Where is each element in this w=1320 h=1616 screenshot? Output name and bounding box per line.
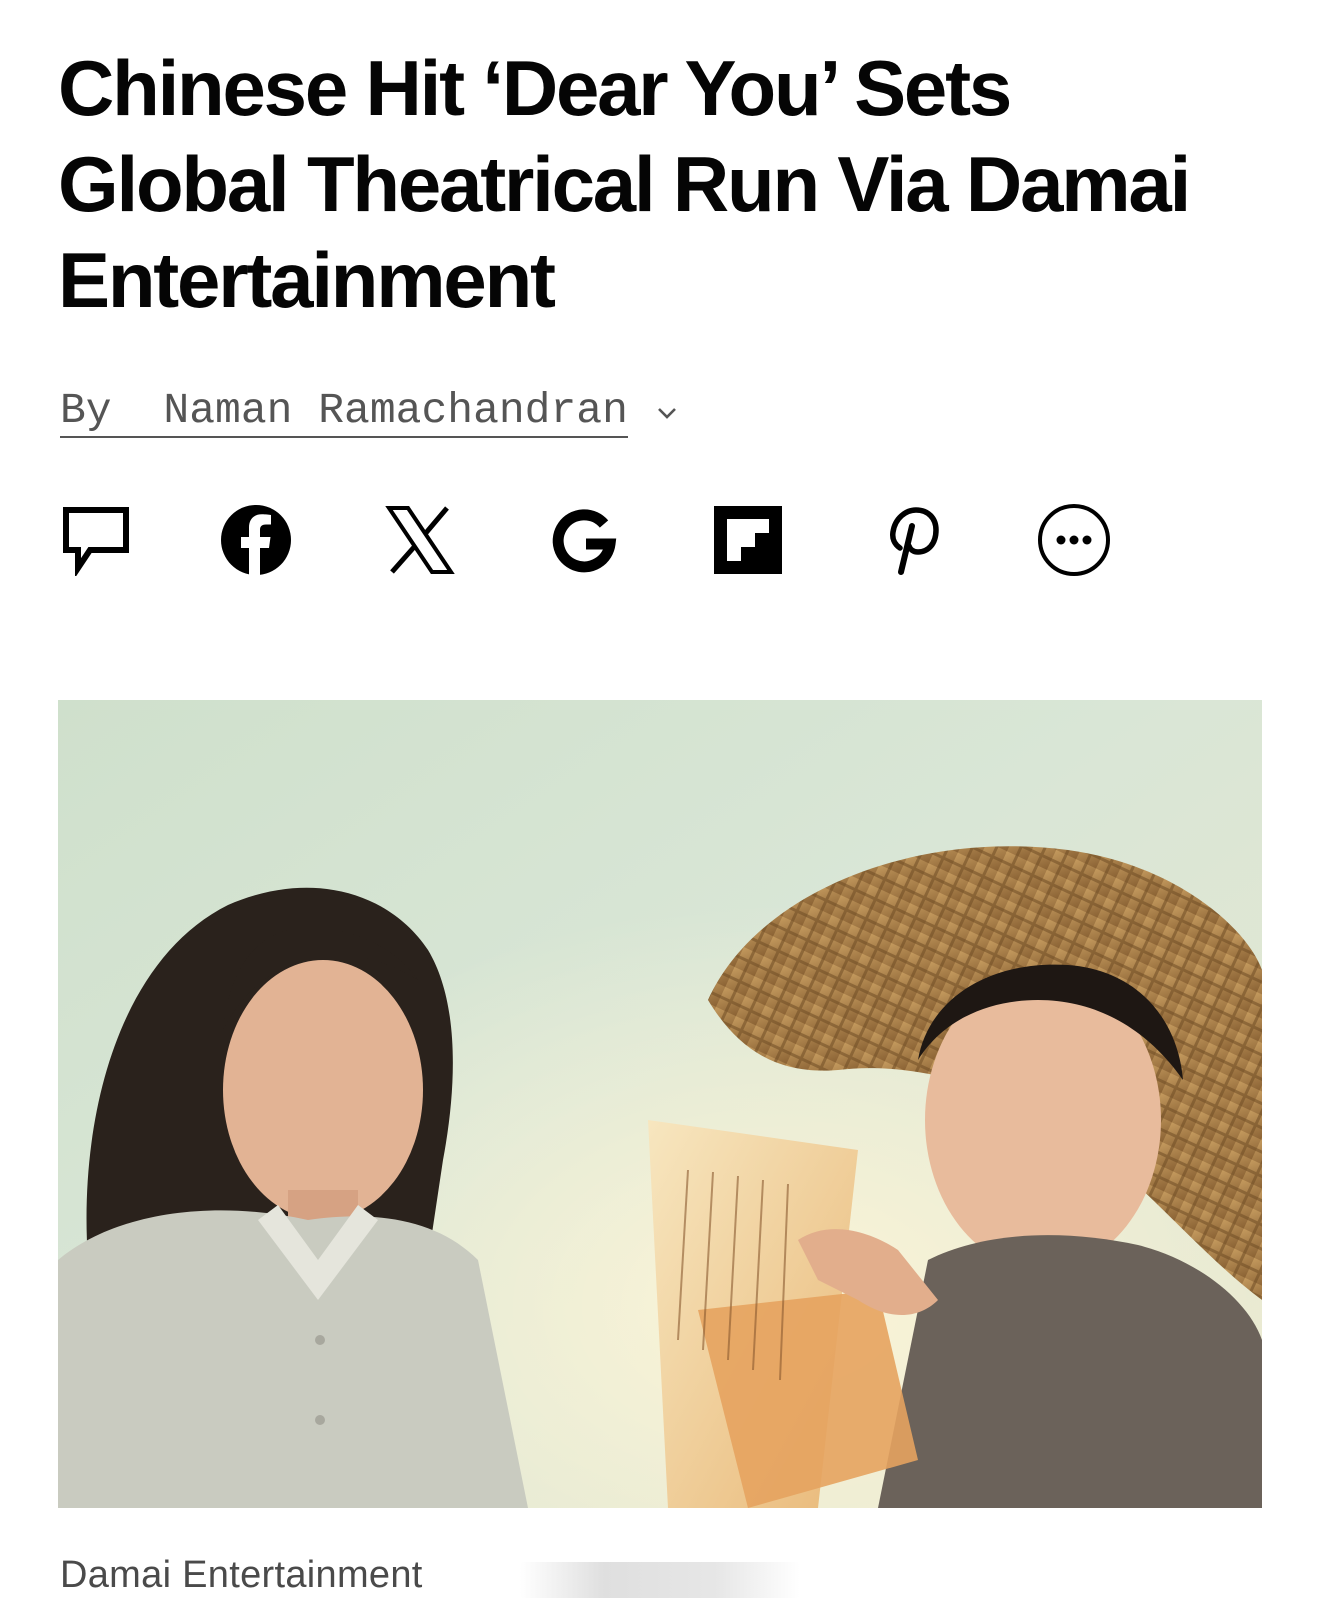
google-icon xyxy=(548,504,620,581)
pinterest-icon xyxy=(876,504,948,581)
facebook-share-button[interactable] xyxy=(216,502,296,582)
author-name: Naman Ramachandran xyxy=(163,386,628,435)
speech-bubble-icon xyxy=(60,504,132,581)
chevron-down-icon[interactable] xyxy=(656,406,678,420)
share-bar xyxy=(56,502,1156,582)
more-icon xyxy=(1036,502,1112,583)
flipboard-icon xyxy=(712,504,784,581)
more-share-button[interactable] xyxy=(1034,502,1114,582)
google-share-button[interactable] xyxy=(544,502,624,582)
author-link[interactable]: By Naman Ramachandran xyxy=(60,388,628,438)
flipboard-share-button[interactable] xyxy=(708,502,788,582)
x-share-button[interactable] xyxy=(380,502,460,582)
pinterest-share-button[interactable] xyxy=(872,502,952,582)
article-headline: Chinese Hit ‘Dear You’ Sets Global Theat… xyxy=(58,44,1191,324)
comment-button[interactable] xyxy=(56,502,136,582)
image-caption: Damai Entertainment xyxy=(60,1554,423,1596)
watermark xyxy=(520,1562,800,1598)
x-icon xyxy=(384,504,456,581)
byline: By Naman Ramachandran xyxy=(60,388,678,438)
facebook-icon xyxy=(220,504,292,581)
byline-prefix: By xyxy=(60,386,112,435)
hero-image xyxy=(58,700,1262,1508)
